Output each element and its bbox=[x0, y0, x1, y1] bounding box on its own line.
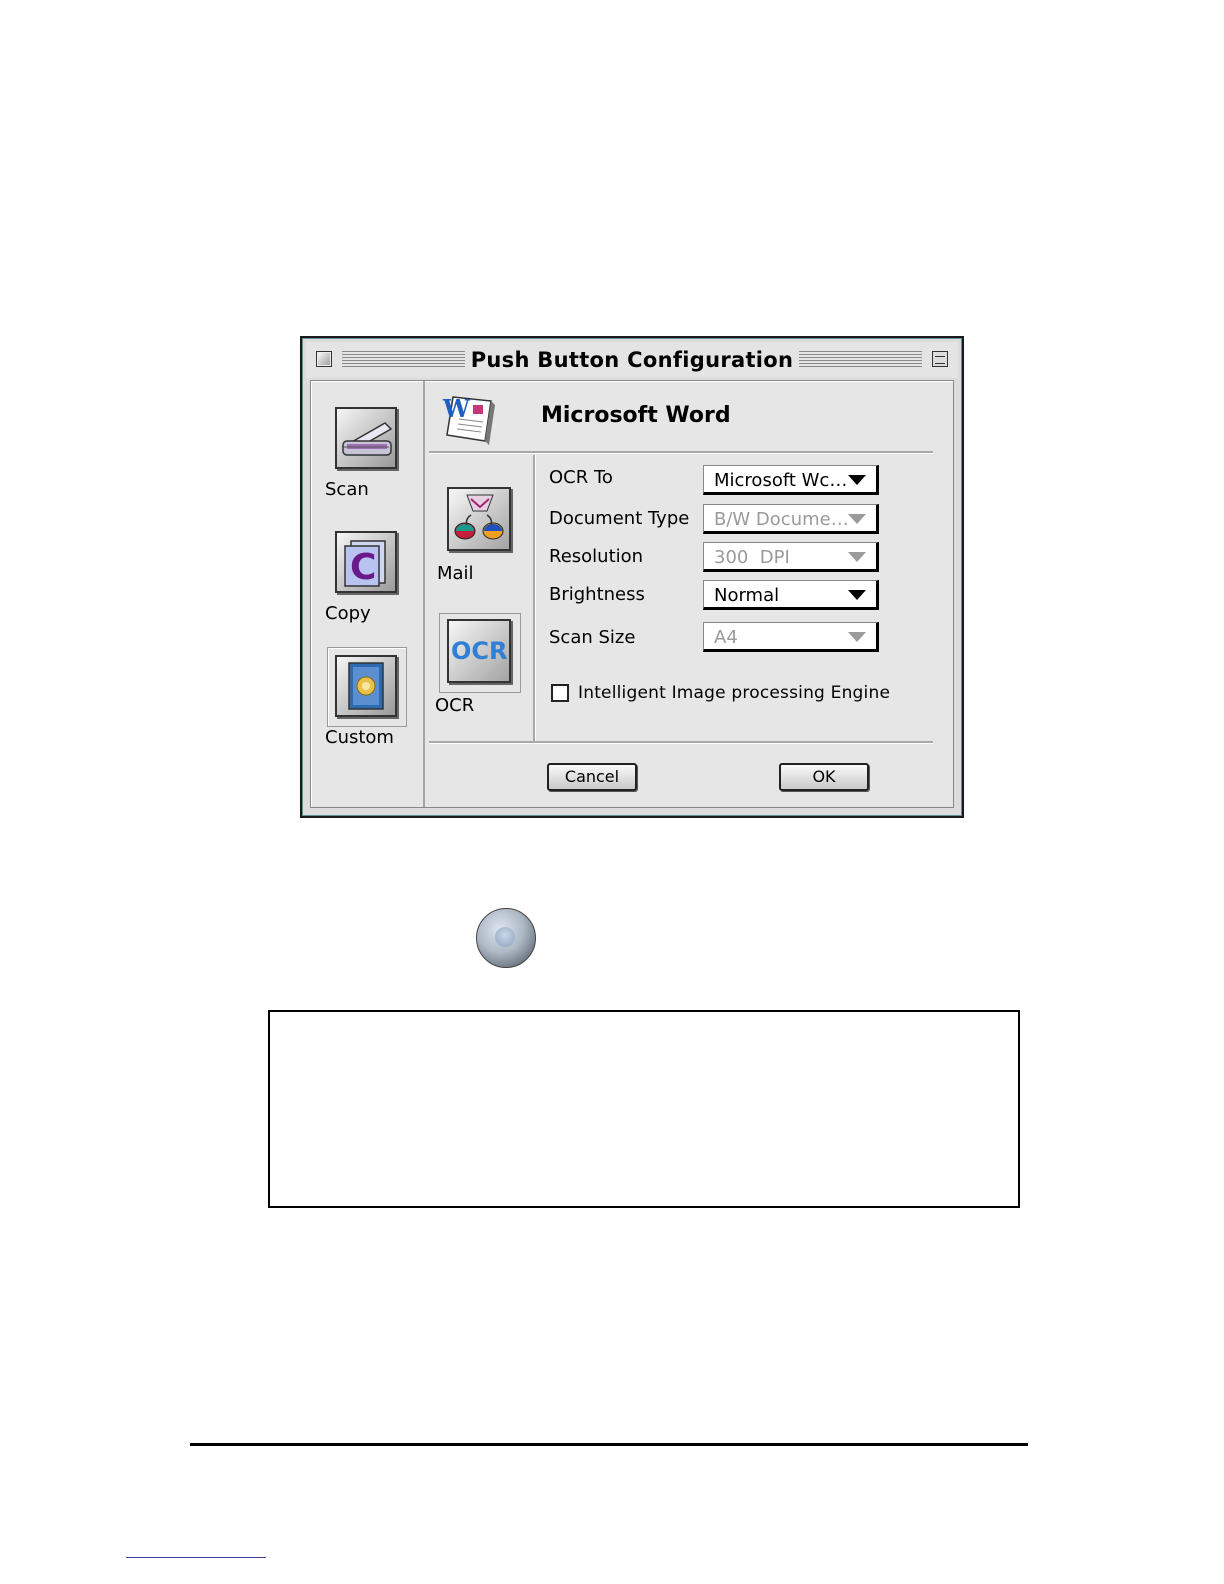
custom-icon bbox=[348, 662, 384, 710]
document-type-popup[interactable]: B/W Docume… bbox=[703, 504, 879, 534]
copy-label: Copy bbox=[325, 603, 371, 624]
popup-arrow-icon bbox=[848, 514, 866, 524]
scan-label: Scan bbox=[325, 479, 369, 500]
intelligent-engine-label: Intelligent Image processing Engine bbox=[578, 683, 891, 703]
ocr-to-popup[interactable]: Microsoft Wc… bbox=[703, 465, 879, 495]
scan-button[interactable] bbox=[335, 407, 397, 469]
document-type-value: B/W Docume… bbox=[714, 509, 849, 530]
mail-icon bbox=[454, 494, 504, 540]
custom-label: Custom bbox=[325, 727, 394, 748]
popup-arrow-icon bbox=[848, 632, 866, 642]
resolution-label: Resolution bbox=[549, 546, 644, 567]
custom-button[interactable] bbox=[335, 655, 397, 717]
ocr-button[interactable]: OCR bbox=[447, 619, 511, 683]
mail-button[interactable] bbox=[447, 487, 511, 551]
dialog-content: Scan C Copy Custom W Microsoft Word Mail… bbox=[310, 380, 954, 808]
middle-separator bbox=[533, 455, 536, 743]
ocr-icon-text: OCR bbox=[451, 637, 508, 665]
left-button-list: Scan C Copy Custom bbox=[311, 381, 425, 807]
resolution-value: 300 DPI bbox=[714, 547, 790, 568]
ok-button[interactable]: OK bbox=[779, 763, 869, 791]
window-title-wrap: Push Button Configuration bbox=[306, 348, 958, 372]
brightness-popup[interactable]: Normal bbox=[703, 580, 879, 610]
svg-text:C: C bbox=[350, 547, 376, 588]
copy-button[interactable]: C bbox=[335, 531, 397, 593]
popup-arrow-icon bbox=[848, 552, 866, 562]
scan-size-value: A4 bbox=[714, 627, 738, 648]
mail-label: Mail bbox=[437, 563, 474, 584]
brightness-value: Normal bbox=[714, 585, 780, 606]
ocr-label: OCR bbox=[435, 695, 475, 716]
intelligent-engine-checkbox[interactable] bbox=[551, 684, 569, 702]
footer-link-underline[interactable] bbox=[126, 1557, 266, 1558]
scanner-icon bbox=[341, 422, 393, 456]
copy-icon: C bbox=[344, 540, 386, 588]
ocr-icon: OCR bbox=[451, 637, 508, 665]
ocr-to-label: OCR To bbox=[549, 467, 613, 488]
scan-size-popup[interactable]: A4 bbox=[703, 622, 879, 652]
popup-arrow-icon bbox=[848, 590, 866, 600]
scanner-push-button-icon bbox=[476, 908, 536, 968]
window-shade-box[interactable] bbox=[932, 351, 948, 367]
app-name-title: Microsoft Word bbox=[541, 403, 731, 428]
resolution-popup[interactable]: 300 DPI bbox=[703, 542, 879, 572]
svg-text:W: W bbox=[442, 394, 471, 423]
title-bar[interactable]: Push Button Configuration bbox=[306, 342, 958, 378]
header-separator bbox=[429, 451, 933, 454]
popup-arrow-icon bbox=[848, 475, 866, 485]
document-type-label: Document Type bbox=[549, 508, 690, 529]
footer-separator bbox=[429, 741, 933, 744]
microsoft-word-icon: W bbox=[439, 391, 499, 447]
cancel-button[interactable]: Cancel bbox=[547, 763, 637, 791]
push-button-configuration-window: Push Button Configuration Scan C Copy Cu… bbox=[300, 336, 964, 818]
note-box bbox=[268, 1010, 1020, 1208]
footer-rule bbox=[190, 1443, 1028, 1446]
scan-size-label: Scan Size bbox=[549, 627, 636, 648]
ocr-to-value: Microsoft Wc… bbox=[714, 470, 848, 491]
brightness-label: Brightness bbox=[549, 584, 645, 605]
window-title: Push Button Configuration bbox=[464, 348, 800, 372]
